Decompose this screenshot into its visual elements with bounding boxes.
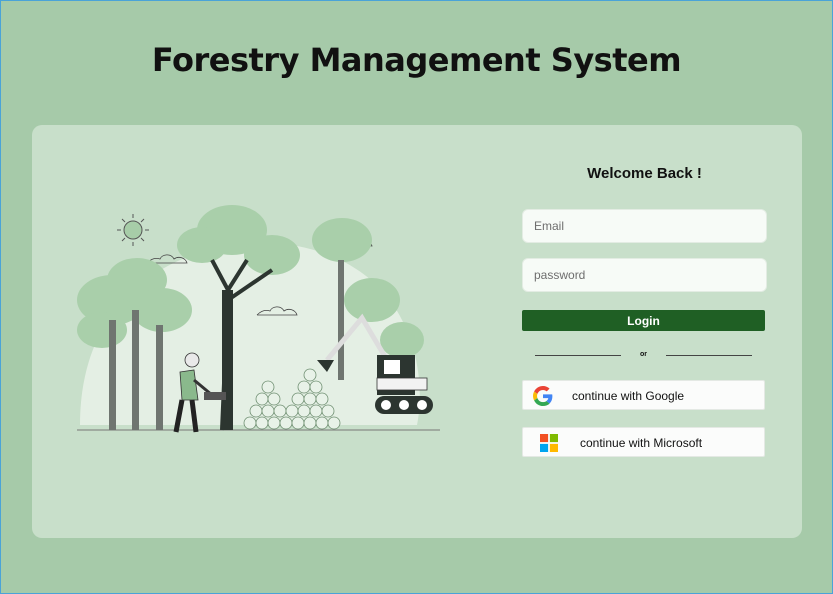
login-button[interactable]: Login xyxy=(522,310,765,331)
google-logo-icon xyxy=(533,386,553,406)
or-divider: or xyxy=(535,351,752,361)
password-input[interactable] xyxy=(522,258,767,292)
login-card: Welcome Back ! Login or continue with Go… xyxy=(32,125,802,538)
microsoft-logo-icon xyxy=(540,434,558,452)
google-login-button[interactable]: continue with Google xyxy=(522,380,765,410)
microsoft-login-button[interactable]: continue with Microsoft xyxy=(522,427,765,457)
forestry-illustration xyxy=(77,205,440,433)
microsoft-button-label: continue with Microsoft xyxy=(580,436,703,450)
page-title: Forestry Management System xyxy=(151,41,682,79)
email-input[interactable] xyxy=(522,209,767,243)
google-button-label: continue with Google xyxy=(572,389,685,403)
divider-line-right xyxy=(666,355,752,356)
welcome-heading: Welcome Back ! xyxy=(587,165,702,182)
